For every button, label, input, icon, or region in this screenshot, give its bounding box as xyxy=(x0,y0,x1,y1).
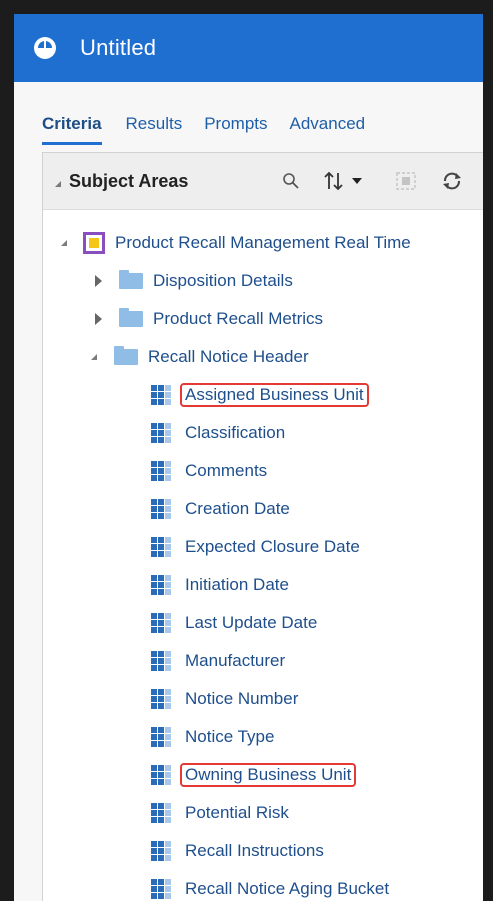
expand-folder-icon[interactable] xyxy=(95,275,102,287)
folder-icon xyxy=(114,346,138,365)
tree-folder-product-recall-metrics[interactable]: Product Recall Metrics xyxy=(95,305,323,333)
column-icon xyxy=(151,651,171,671)
analysis-window: Untitled Criteria Results Prompts Advanc… xyxy=(14,14,483,901)
tree-column-item[interactable]: Owning Business Unit xyxy=(151,761,357,789)
panel-title: Subject Areas xyxy=(69,170,189,191)
column-icon xyxy=(151,803,171,823)
tree-column-item[interactable]: Initiation Date xyxy=(151,571,289,599)
tree-column-item[interactable]: Last Update Date xyxy=(151,609,317,637)
folder-icon xyxy=(119,308,143,327)
tree-folder-label: Disposition Details xyxy=(153,271,293,290)
tab-bar: Criteria Results Prompts Advanced xyxy=(14,82,483,158)
column-icon xyxy=(151,385,171,405)
tree-column-label: Owning Business Unit xyxy=(180,763,357,787)
refresh-icon[interactable] xyxy=(439,169,465,193)
column-icon xyxy=(151,461,171,481)
window-title: Untitled xyxy=(80,35,157,60)
column-icon xyxy=(151,613,171,633)
tree-column-item[interactable]: Creation Date xyxy=(151,495,290,523)
tree-column-label: Comments xyxy=(185,461,268,480)
tree-folder-label: Product Recall Metrics xyxy=(153,309,324,328)
subject-area-icon xyxy=(83,232,105,254)
select-icon xyxy=(393,169,419,193)
analysis-icon xyxy=(34,37,56,59)
subject-areas-header: Subject Areas xyxy=(43,153,483,210)
tree-column-item[interactable]: Manufacturer xyxy=(151,647,285,675)
expand-root-icon[interactable] xyxy=(61,240,67,246)
tree-column-item[interactable]: Recall Notice Aging Bucket xyxy=(151,875,389,901)
tree-folder-recall-notice-header[interactable]: Recall Notice Header xyxy=(91,343,309,371)
tree-column-item[interactable]: Notice Number xyxy=(151,685,298,713)
tree-root-item[interactable]: Product Recall Management Real Time xyxy=(61,229,411,257)
tree-column-item[interactable]: Classification xyxy=(151,419,285,447)
collapse-panel-icon[interactable] xyxy=(55,181,61,187)
column-icon xyxy=(151,879,171,899)
tree-column-label: Notice Number xyxy=(185,689,299,708)
tree-column-label: Recall Instructions xyxy=(185,841,324,860)
column-icon xyxy=(151,689,171,709)
tree-column-label: Manufacturer xyxy=(185,651,286,670)
column-icon xyxy=(151,841,171,861)
tree-column-label: Classification xyxy=(185,423,286,442)
tree-column-label: Initiation Date xyxy=(185,575,289,594)
expand-folder-icon[interactable] xyxy=(95,313,102,325)
column-icon xyxy=(151,423,171,443)
column-icon xyxy=(151,575,171,595)
tree-root-label: Product Recall Management Real Time xyxy=(115,233,411,252)
sort-icon[interactable] xyxy=(321,169,347,193)
tab-prompts[interactable]: Prompts xyxy=(204,114,267,142)
screenshot-frame: Untitled Criteria Results Prompts Advanc… xyxy=(0,0,493,901)
column-icon xyxy=(151,765,171,785)
column-icon xyxy=(151,499,171,519)
collapse-folder-icon[interactable] xyxy=(91,354,97,360)
tree-column-item[interactable]: Notice Type xyxy=(151,723,274,751)
tree-column-item[interactable]: Expected Closure Date xyxy=(151,533,360,561)
tab-criteria[interactable]: Criteria xyxy=(42,114,102,145)
search-icon[interactable] xyxy=(279,169,303,193)
tree-column-label: Expected Closure Date xyxy=(185,537,360,556)
tree-column-label: Potential Risk xyxy=(185,803,289,822)
tree-column-item[interactable]: Assigned Business Unit xyxy=(151,381,369,409)
subject-areas-panel: Subject Areas Product Recall Management … xyxy=(42,152,483,901)
folder-icon xyxy=(119,270,143,289)
tree-column-label: Notice Type xyxy=(185,727,275,746)
column-icon xyxy=(151,537,171,557)
tree-column-label: Last Update Date xyxy=(185,613,318,632)
tree-column-item[interactable]: Potential Risk xyxy=(151,799,289,827)
tree-column-label: Assigned Business Unit xyxy=(180,383,369,407)
column-icon xyxy=(151,727,171,747)
tab-advanced[interactable]: Advanced xyxy=(290,114,366,142)
tree-column-item[interactable]: Recall Instructions xyxy=(151,837,324,865)
tab-results[interactable]: Results xyxy=(126,114,183,142)
tree-column-label: Recall Notice Aging Bucket xyxy=(185,879,390,898)
tree-folder-label: Recall Notice Header xyxy=(148,347,309,366)
tree-folder-disposition-details[interactable]: Disposition Details xyxy=(95,267,293,295)
tree-column-item[interactable]: Comments xyxy=(151,457,267,485)
tree-column-label: Creation Date xyxy=(185,499,290,518)
title-bar: Untitled xyxy=(14,14,483,82)
dropdown-icon[interactable] xyxy=(349,169,365,193)
